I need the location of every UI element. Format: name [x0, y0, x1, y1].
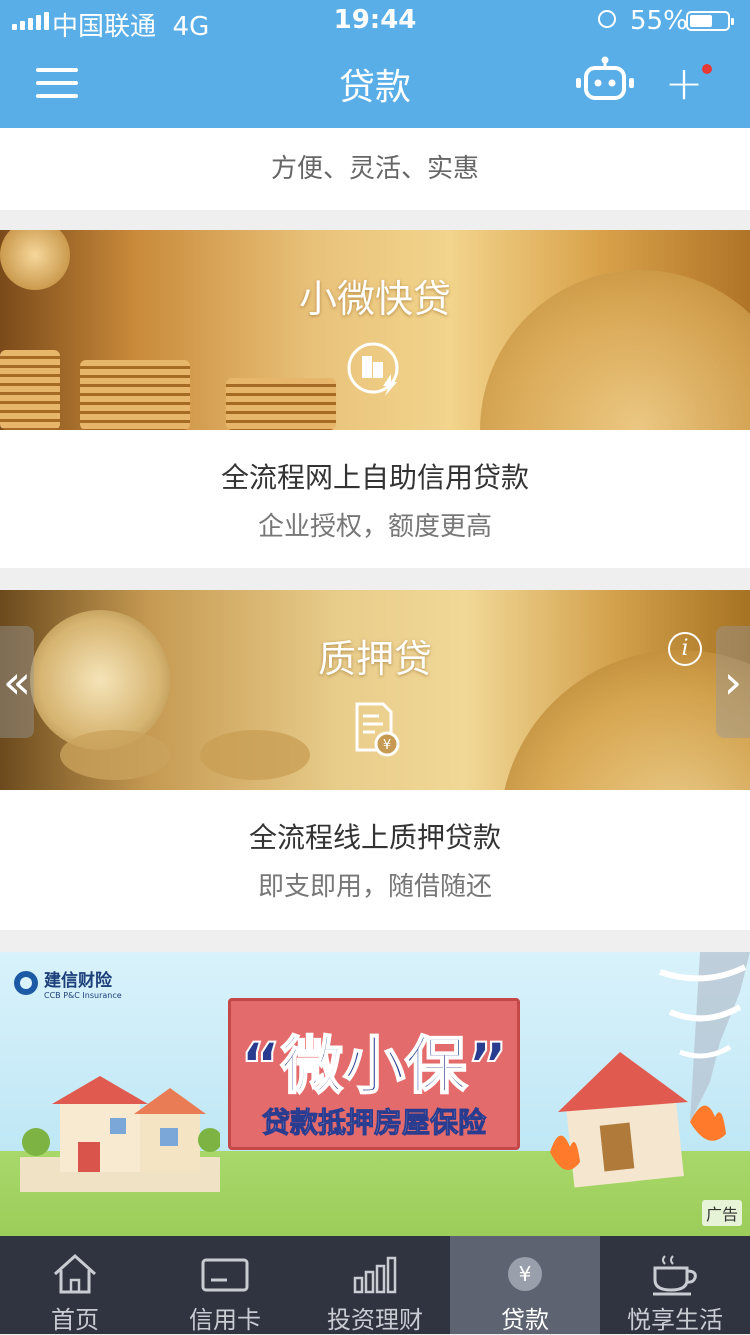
- ad-headline: “微小保”: [239, 1028, 509, 1103]
- card-title: 小微快贷: [298, 277, 451, 321]
- page-title: 贷款: [338, 67, 411, 108]
- brand-logo: 建信财险 CCB P&C Insurance: [14, 966, 122, 1000]
- battery-percent: 55%: [630, 6, 688, 36]
- house-illustration: [20, 1076, 220, 1192]
- carousel-prev-button[interactable]: «: [0, 626, 34, 738]
- building-lightning-icon: [347, 342, 399, 396]
- ad-label: 广告: [701, 1200, 742, 1226]
- ad-headline-board: “微小保” 贷款抵押房屋保险: [228, 998, 520, 1150]
- tab-loan[interactable]: ¥ 贷款: [450, 1236, 600, 1334]
- ccb-logo-icon: [14, 971, 38, 995]
- card-icon: [201, 1258, 249, 1292]
- tab-lifestyle[interactable]: 悦享生活: [600, 1236, 750, 1334]
- ad-subline: 贷款抵押房屋保险: [261, 1106, 486, 1140]
- tornado-illustration: [550, 952, 750, 1188]
- carousel-next-button[interactable]: ›: [716, 626, 750, 738]
- home-icon: [53, 1253, 97, 1294]
- status-bar: 中国联通 4G 19:44 55%: [0, 0, 750, 42]
- tab-label: 贷款: [501, 1306, 549, 1334]
- card-highlight: 即支即用，随借随还: [257, 872, 492, 902]
- alarm-icon: [598, 10, 616, 28]
- banner-image: 小微快贷: [0, 230, 750, 430]
- ad-banner[interactable]: 建信财险 CCB P&C Insurance “微小保” 贷款抵押房屋保险 广告: [0, 952, 750, 1236]
- tab-home[interactable]: 首页: [0, 1236, 150, 1334]
- bottom-tab-bar: 首页 信用卡 投资理财 ¥ 贷款 悦享生活: [0, 1236, 750, 1334]
- brand-name-en: CCB P&C Insurance: [44, 991, 122, 1000]
- tab-label: 悦享生活: [627, 1306, 723, 1334]
- banner-image: 质押贷 ¥: [0, 590, 750, 790]
- add-button[interactable]: +: [664, 58, 712, 108]
- tab-label: 投资理财: [327, 1306, 423, 1334]
- top-bar: 中国联通 4G 19:44 55% 贷款 +: [0, 0, 750, 128]
- svg-text:¥: ¥: [519, 1262, 532, 1286]
- document-yuan-icon: ¥: [355, 702, 400, 757]
- yuan-icon: ¥: [508, 1257, 542, 1291]
- info-icon[interactable]: i: [668, 632, 702, 666]
- tab-credit-card[interactable]: 信用卡: [150, 1236, 300, 1334]
- svg-text:¥: ¥: [383, 738, 391, 753]
- notification-dot: [702, 64, 712, 74]
- card-title: 质押贷: [317, 637, 432, 681]
- loan-card-micro[interactable]: 小微快贷 全流程网上自助信用贷款 企业授权，额度更高: [0, 230, 750, 568]
- card-description: 全流程线上质押贷款: [248, 821, 501, 854]
- tab-label: 首页: [51, 1306, 99, 1334]
- bar-chart-icon: [353, 1256, 397, 1294]
- card-description: 全流程网上自助信用贷款: [220, 461, 529, 494]
- tab-investment[interactable]: 投资理财: [300, 1236, 450, 1334]
- tab-label: 信用卡: [189, 1306, 261, 1334]
- battery-icon: [686, 11, 734, 31]
- card-subtitle: 方便、灵活、实惠: [270, 154, 479, 184]
- card-highlight: 企业授权，额度更高: [257, 512, 492, 542]
- cup-icon: [653, 1255, 697, 1296]
- robot-icon[interactable]: [574, 56, 636, 102]
- loan-card-pledge[interactable]: 质押贷 ¥ 全流程线上质押贷款 即支即用，随借随还: [0, 590, 750, 930]
- brand-name: 建信财险: [44, 971, 112, 991]
